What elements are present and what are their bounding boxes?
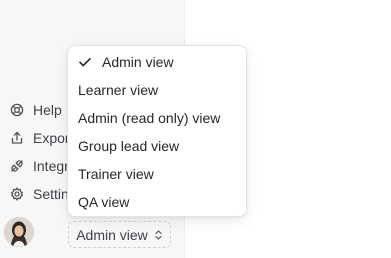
sidebar-item-help[interactable]: Help: [10, 101, 62, 119]
menu-item-group-lead-view[interactable]: Group lead view: [68, 133, 246, 159]
menu-item-admin-view[interactable]: Admin view: [68, 49, 246, 75]
sidebar-item-label: Integr: [33, 158, 69, 174]
view-switcher-label: Admin view: [76, 226, 148, 243]
checkmark-icon: [78, 55, 92, 69]
avatar[interactable]: [4, 217, 34, 247]
sidebar-item-label: Settin: [33, 186, 69, 202]
view-switcher-button[interactable]: Admin view: [68, 221, 171, 248]
sidebar-item-export[interactable]: Expor: [10, 129, 70, 147]
sidebar-item-label: Help: [33, 102, 62, 118]
sidebar-item-label: Expor: [33, 130, 70, 146]
integrations-icon: [10, 159, 24, 173]
chevron-up-down-icon: [154, 229, 163, 241]
menu-item-label: Admin (read only) view: [78, 110, 221, 126]
view-menu: Admin view Learner view Admin (read only…: [67, 45, 247, 217]
menu-item-learner-view[interactable]: Learner view: [68, 77, 246, 103]
menu-item-label: QA view: [78, 194, 130, 210]
sidebar-item-settings[interactable]: Settin: [10, 185, 69, 203]
menu-item-trainer-view[interactable]: Trainer view: [68, 161, 246, 187]
menu-item-label: Group lead view: [78, 138, 180, 154]
export-icon: [10, 131, 24, 145]
sidebar-item-integrations[interactable]: Integr: [10, 157, 69, 175]
menu-item-label: Learner view: [78, 82, 159, 98]
menu-item-label: Admin view: [102, 54, 174, 70]
menu-item-qa-view[interactable]: QA view: [68, 189, 246, 215]
menu-item-label: Trainer view: [78, 166, 154, 182]
menu-item-admin-read-only-view[interactable]: Admin (read only) view: [68, 105, 246, 131]
help-circle-icon: [10, 103, 24, 117]
gear-icon: [10, 187, 24, 201]
